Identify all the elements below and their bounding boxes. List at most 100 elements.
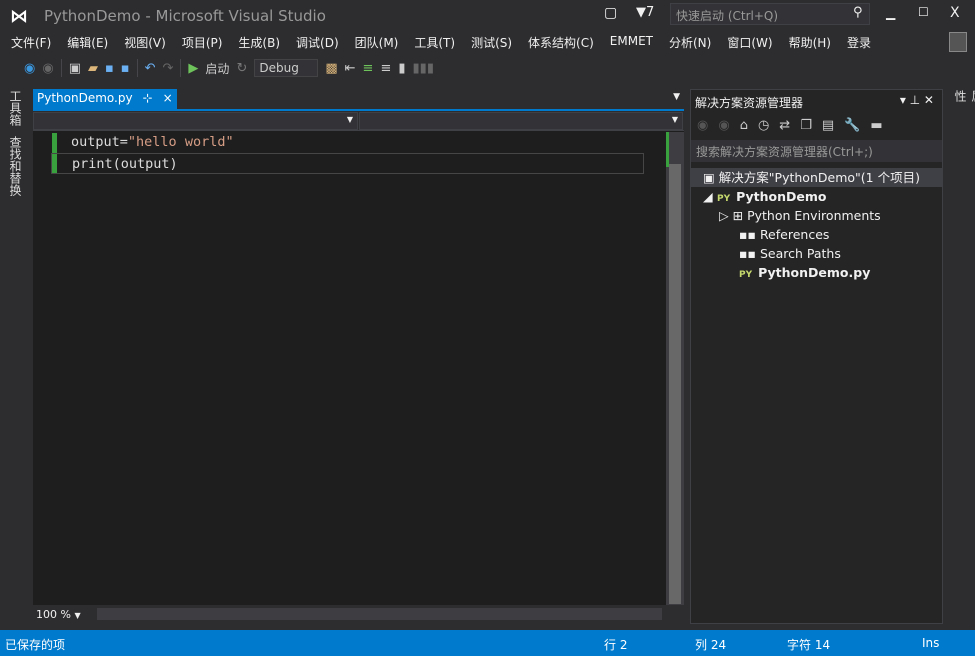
left-tool-strip: 工具箱 查找和替换 — [0, 88, 28, 628]
configuration-select[interactable]: Debug — [254, 59, 319, 77]
tree-item-references[interactable]: ▪▪ References — [691, 225, 942, 244]
find-in-files-icon[interactable]: ▩ — [325, 61, 337, 76]
tab-pythondemo-py[interactable]: PythonDemo.py ⊹ × — [33, 89, 177, 109]
tree-item-python-environments[interactable]: ▷ ⊞ Python Environments — [691, 206, 942, 225]
bookmark-nav-icon[interactable]: ▮▮▮ — [413, 61, 434, 76]
close-tab-icon[interactable]: × — [163, 91, 173, 107]
menu-build[interactable]: 生成(B) — [227, 31, 285, 53]
quick-launch-input[interactable]: 快速启动 (Ctrl+Q) — [670, 3, 870, 25]
status-column: 列 24 — [695, 638, 727, 652]
menu-window[interactable]: 窗口(W) — [716, 31, 777, 53]
indent-icon[interactable]: ⇤ — [345, 61, 356, 76]
solution-explorer: 解决方案资源管理器 ▾ ⊥ ✕ ◉ ◉ ⌂ ◷ ⇄ ❐ ▤ 🔧 ▬ 搜索解决方案… — [690, 89, 943, 624]
find-replace-tab[interactable]: 查找和替换 — [7, 136, 24, 196]
status-message: 已保存的项 — [5, 638, 66, 652]
tree-item-pythondemo-py[interactable]: PY PythonDemo.py — [691, 263, 942, 282]
menu-architecture[interactable]: 体系结构(C) — [517, 31, 599, 53]
collapse-all-icon[interactable]: ❐ — [800, 118, 812, 133]
maximize-button[interactable]: ☐ — [918, 5, 929, 19]
pin-icon[interactable]: ⊹ — [143, 91, 153, 107]
solution-search-input[interactable]: 搜索解决方案资源管理器(Ctrl+;) — [691, 140, 942, 162]
editor-bottom-bar: 100 % ▼ — [33, 605, 684, 624]
properties-icon[interactable]: 🔧 — [844, 118, 860, 133]
account-avatar[interactable] — [949, 32, 967, 52]
references-icon: ▪▪ — [739, 227, 756, 242]
menu-bar: 文件(F) 编辑(E) 视图(V) 项目(P) 生成(B) 调试(D) 团队(M… — [0, 31, 876, 53]
code-editor: PythonDemo.py ⊹ × ▼ ▼ ▼ output="hello wo… — [33, 89, 684, 624]
comment-icon[interactable]: ≡ — [363, 61, 374, 76]
menu-help[interactable]: 帮助(H) — [778, 31, 836, 53]
tab-dropdown-icon[interactable]: ▼ — [673, 92, 680, 102]
close-button[interactable]: X — [950, 5, 960, 21]
project-label: PythonDemo — [736, 189, 827, 204]
horizontal-scrollbar[interactable] — [97, 608, 662, 620]
search-icon: ⚲ — [853, 5, 863, 20]
new-project-icon[interactable]: ▣ — [69, 61, 81, 76]
document-tab-bar: PythonDemo.py ⊹ × ▼ — [33, 89, 684, 111]
toolbox-tab[interactable]: 工具箱 — [7, 90, 24, 126]
menu-tools[interactable]: 工具(T) — [403, 31, 460, 53]
variable: output — [71, 134, 120, 150]
menu-file[interactable]: 文件(F) — [0, 31, 56, 53]
member-dropdown[interactable]: ▼ — [359, 112, 683, 130]
item-label: References — [759, 227, 830, 242]
scrollbar-thumb[interactable] — [669, 164, 681, 604]
back-icon[interactable]: ◉ — [697, 118, 708, 133]
tab-label: PythonDemo.py — [37, 91, 133, 105]
show-all-files-icon[interactable]: ▤ — [822, 118, 834, 133]
zoom-level[interactable]: 100 % — [36, 608, 71, 621]
bookmark-icon[interactable]: ▮ — [398, 61, 405, 76]
forward-icon[interactable]: ◉ — [42, 61, 53, 76]
python-file-icon: PY — [739, 270, 753, 280]
panel-controls[interactable]: ▾ ⊥ ✕ — [900, 93, 934, 107]
undo-icon[interactable]: ↶ — [145, 61, 156, 76]
minimize-button[interactable]: ▁ — [886, 6, 895, 20]
separator — [60, 59, 62, 77]
visual-studio-logo-icon: ⋈ — [10, 6, 28, 27]
item-label: PythonDemo.py — [758, 265, 871, 280]
status-row: 行 2 — [604, 638, 628, 652]
start-button[interactable]: 启动 — [205, 60, 229, 77]
properties-tab[interactable]: 属性 — [952, 90, 975, 102]
menu-analyze[interactable]: 分析(N) — [658, 31, 716, 53]
separator — [136, 59, 138, 77]
refresh-icon[interactable]: ↻ — [236, 61, 247, 76]
code-line: output="hello world" — [51, 132, 644, 153]
solution-label: 解决方案"PythonDemo"(1 个项目) — [718, 170, 920, 185]
title-bar: ⋈ PythonDemo - Microsoft Visual Studio ▢… — [0, 0, 975, 31]
menu-edit[interactable]: 编辑(E) — [56, 31, 113, 53]
sync-icon[interactable]: ⇄ — [779, 118, 790, 133]
tree-item-search-paths[interactable]: ▪▪ Search Paths — [691, 244, 942, 263]
notifications-button[interactable]: ▼7 — [636, 5, 654, 20]
menu-sign-in[interactable]: 登录 — [836, 31, 876, 53]
feedback-icon[interactable]: ▢ — [604, 5, 617, 21]
forward-icon[interactable]: ◉ — [718, 118, 729, 133]
menu-emmet[interactable]: EMMET — [599, 31, 658, 53]
menu-debug[interactable]: 调试(D) — [285, 31, 344, 53]
menu-team[interactable]: 团队(M) — [344, 31, 404, 53]
start-icon[interactable]: ▶ — [188, 61, 198, 76]
status-bar: 已保存的项 行 2 列 24 字符 14 Ins — [0, 630, 975, 656]
python-project-icon: PY — [716, 194, 731, 204]
save-icon[interactable]: ▪ — [105, 61, 114, 76]
tree-item-solution[interactable]: ▣ 解决方案"PythonDemo"(1 个项目) — [691, 168, 942, 187]
status-char: 字符 14 — [787, 638, 831, 652]
back-icon[interactable]: ◉ — [24, 61, 35, 76]
notification-count: 7 — [646, 5, 655, 20]
uncomment-icon[interactable]: ≡ — [380, 61, 391, 76]
tree-item-project[interactable]: ◢ PY PythonDemo — [691, 187, 942, 206]
menu-test[interactable]: 测试(S) — [460, 31, 517, 53]
preview-icon[interactable]: ▬ — [870, 118, 882, 133]
vertical-scrollbar[interactable] — [666, 132, 684, 605]
pending-changes-icon[interactable]: ◷ — [758, 118, 769, 133]
code-area[interactable]: output="hello world" print(output) — [51, 132, 644, 174]
menu-project[interactable]: 项目(P) — [171, 31, 228, 53]
redo-icon[interactable]: ↷ — [163, 61, 174, 76]
type-dropdown[interactable]: ▼ — [33, 112, 358, 130]
menu-view[interactable]: 视图(V) — [113, 31, 171, 53]
item-label: Python Environments — [747, 208, 881, 223]
home-icon[interactable]: ⌂ — [740, 118, 748, 133]
change-marker — [666, 132, 669, 167]
save-all-icon[interactable]: ▪ — [121, 61, 130, 76]
open-icon[interactable]: ▰ — [88, 61, 98, 76]
